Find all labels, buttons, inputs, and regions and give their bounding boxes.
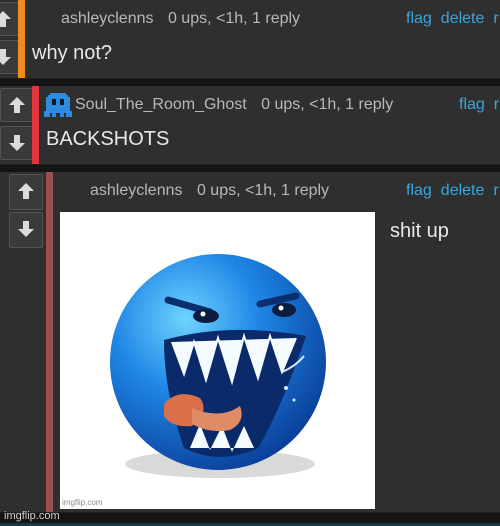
up-arrow-icon [9,97,25,113]
comment-image[interactable]: imgflip.com [60,212,375,509]
reply-link[interactable]: r [494,96,499,113]
delete-link[interactable]: delete [441,182,485,199]
comment-1: ashleyclenns 0 ups, <1h, 1 reply flag del… [0,0,500,79]
upvote-button[interactable] [9,174,43,210]
down-arrow-icon [18,221,34,237]
username-link[interactable]: ashleyclenns [90,182,183,199]
comment-2: Soul_The_Room_Ghost 0 ups, <1h, 1 reply … [0,86,500,165]
comment-stats: 0 ups, <1h, 1 reply [261,96,394,113]
flag-link[interactable]: flag [459,96,485,113]
reply-link[interactable]: r [493,10,498,27]
up-arrow-icon [0,11,11,27]
comment-meta: ashleyclenns 0 ups, <1h, 1 reply [90,182,329,200]
angry-blue-emoji-icon [110,254,326,478]
flag-link[interactable]: flag [406,182,432,199]
downvote-button[interactable] [0,126,34,160]
down-arrow-icon [9,135,25,151]
up-arrow-icon [18,183,34,199]
comment-text: BACKSHOTS [46,128,170,150]
space-invader-ghost-icon [44,93,72,122]
comment-depth-bar [18,0,25,78]
image-watermark: imgflip.com [62,498,103,507]
downvote-button[interactable] [9,212,43,248]
footer-watermark: imgflip.com [4,510,60,522]
comment-meta: ashleyclenns 0 ups, <1h, 1 reply [61,10,300,28]
comment-stats: 0 ups, <1h, 1 reply [196,182,330,199]
comment-3: ashleyclenns 0 ups, <1h, 1 reply flag del… [0,172,500,513]
comment-meta: Soul_The_Room_Ghost 0 ups, <1h, 1 reply [75,96,393,114]
comment-stats: 0 ups, <1h, 1 reply [167,10,301,27]
downvote-button[interactable] [0,40,20,74]
delete-link[interactable]: delete [441,10,485,27]
upvote-button[interactable] [0,88,34,122]
comment-depth-bar [32,86,39,164]
comment-actions: flag delete r [406,10,500,28]
flag-link[interactable]: flag [406,10,432,27]
upvote-button[interactable] [0,2,20,36]
comment-depth-bar [46,172,53,512]
reply-link[interactable]: r [493,182,498,199]
comment-actions: flag delete r [406,182,500,200]
down-arrow-icon [0,49,11,65]
comment-text: why not? [32,42,113,64]
username-link[interactable]: ashleyclenns [61,10,154,27]
username-link[interactable]: Soul_The_Room_Ghost [75,96,247,113]
comment-actions: flag r [459,96,500,114]
comment-text: shit up [390,220,449,242]
